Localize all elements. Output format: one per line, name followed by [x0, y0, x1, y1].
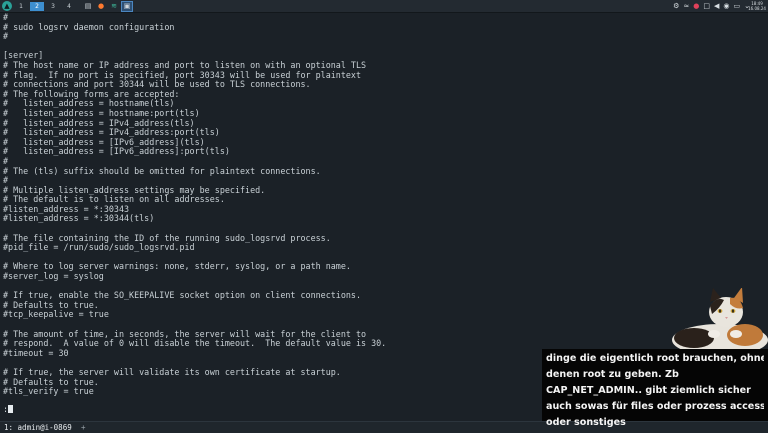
- caption-line: auch sowas für files oder prozess access: [546, 401, 764, 412]
- terminal-line: #listen_address = *:30344(tls): [3, 213, 155, 224]
- command-prompt[interactable]: :: [3, 404, 14, 415]
- window-tab-label[interactable]: 1: admin@i-0869: [4, 422, 72, 433]
- workspace-3[interactable]: 3: [46, 2, 60, 11]
- network-icon[interactable]: ≈: [683, 2, 689, 10]
- cat-image: [650, 287, 768, 356]
- file-manager-icon[interactable]: ▤: [83, 2, 93, 11]
- terminal-line: # The (tls) suffix should be omitted for…: [3, 165, 321, 176]
- cat-photo-icon: [672, 287, 768, 356]
- terminal-line: #server_log = syslog: [3, 271, 104, 282]
- terminal-line: #tcp_keepalive = true: [3, 309, 109, 320]
- caption-line: CAP_NET_ADMIN.. gibt ziemlich sicher: [546, 385, 751, 396]
- clock-date: 16.08.24: [748, 6, 766, 11]
- terminal-output: # # sudo logsrv daemon configuration # [ser…: [3, 12, 386, 397]
- arch-launcher-icon[interactable]: ▲: [2, 1, 12, 11]
- record-icon[interactable]: ◉: [723, 2, 729, 10]
- terminal-line: # listen_address = [IPv6_address]:port(t…: [3, 146, 230, 157]
- terminal-line: #timeout = 30: [3, 347, 69, 358]
- display-icon[interactable]: ▭: [734, 2, 741, 10]
- caption-line: oder sonstiges: [546, 417, 626, 428]
- terminal-line: #tls_verify = true: [3, 386, 94, 397]
- clipboard-icon[interactable]: □: [703, 2, 710, 10]
- system-tray: ⚙ ≈ ● □ ◀ ◉ ▭ ⌄: [673, 0, 750, 12]
- workspace-4[interactable]: 4: [62, 2, 76, 11]
- caption-line: dinge die eigentlich root brauchen, ohne: [546, 353, 764, 364]
- taskbar-apps: ▤ ● ≋ ▣: [80, 0, 133, 12]
- firefox-icon[interactable]: ●: [96, 2, 106, 11]
- volume-icon[interactable]: ◀: [714, 2, 719, 10]
- cursor: [8, 405, 14, 413]
- chat-caption-overlay: dinge die eigentlich root brauchen, ohne…: [542, 349, 768, 428]
- terminal-app-icon[interactable]: ▣: [121, 0, 133, 12]
- clock[interactable]: 18:49 16.08.24: [748, 0, 766, 11]
- terminal-line: #pid_file = /run/sudo/sudo_logsrvd.pid: [3, 242, 195, 253]
- caption-line: denen root zu geben. Zb: [546, 369, 679, 380]
- workspace-2[interactable]: 2: [30, 1, 44, 11]
- workspace-1[interactable]: 1: [14, 2, 28, 11]
- new-window-button[interactable]: +: [81, 422, 86, 433]
- terminal-line: #: [3, 31, 9, 42]
- workspace-switcher: 1234: [12, 1, 76, 11]
- terminal-line: # sudo logsrv daemon configuration: [3, 21, 175, 32]
- settings-icon[interactable]: ≋: [109, 2, 119, 11]
- steam-icon[interactable]: ⚙: [673, 2, 679, 10]
- notification-icon[interactable]: ●: [693, 2, 699, 10]
